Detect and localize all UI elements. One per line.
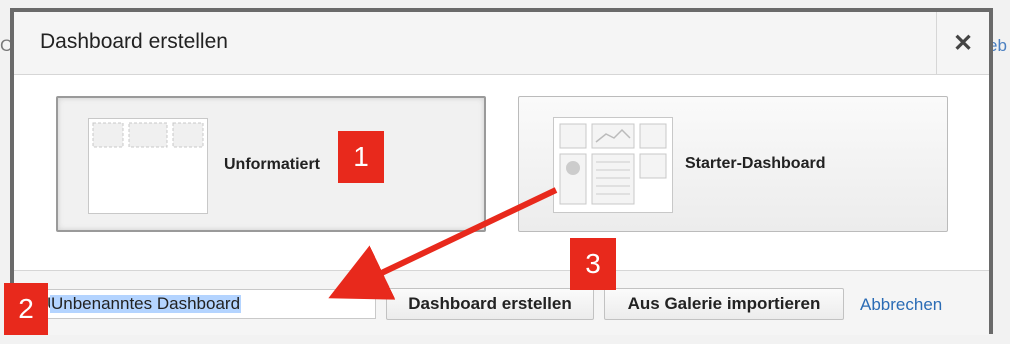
annotation-arrow: [328, 187, 558, 300]
annotation-badge-1: 1: [338, 131, 384, 183]
annotation-badge-3: 3: [570, 238, 616, 290]
annotation-badge-2: 2: [4, 283, 48, 335]
